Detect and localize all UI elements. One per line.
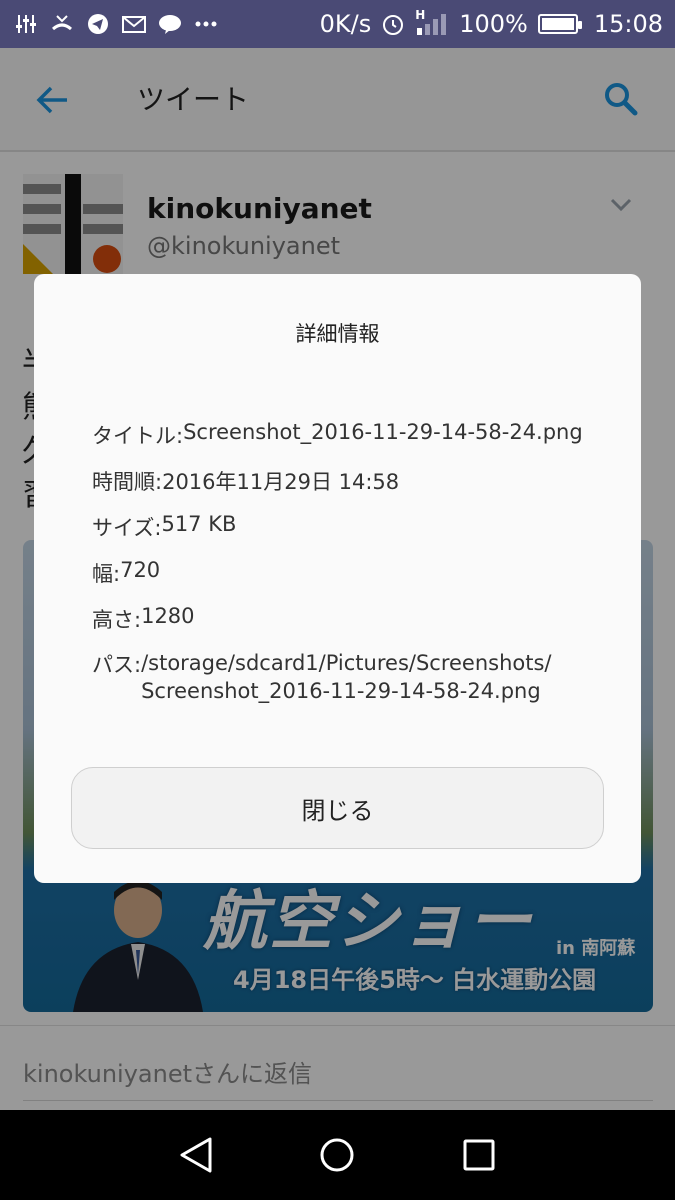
detail-label: 時間順: [92, 470, 163, 494]
path-line: Screenshot_2016-11-29-14-58-24.png [141, 679, 541, 703]
more-notifications-icon [194, 12, 218, 36]
nav-back-button[interactable] [171, 1130, 221, 1180]
telegram-icon [86, 12, 110, 36]
system-status: 0K/s H 100% 15:08 [319, 8, 663, 38]
clock: 15:08 [593, 10, 663, 38]
detail-row-width: 幅: 720 [92, 558, 160, 588]
detail-label: 幅: [92, 562, 121, 586]
details-dialog: 詳細情報 タイトル: Screenshot_2016-11-29-14-58-2… [34, 274, 641, 883]
signal-type: H [415, 8, 426, 22]
battery-icon [537, 14, 582, 34]
detail-value: Screenshot_2016-11-29-14-58-24.png [183, 420, 583, 444]
missed-call-icon [50, 12, 74, 36]
detail-row-height: 高さ: 1280 [92, 604, 195, 634]
detail-label: パス: [92, 653, 142, 677]
detail-row-size: サイズ: 517 KB [92, 512, 236, 542]
detail-label: タイトル: [92, 424, 184, 448]
detail-label: サイズ: [92, 516, 162, 540]
notification-icons [14, 12, 320, 36]
navigation-bar [0, 1110, 675, 1200]
detail-value: 517 KB [161, 512, 237, 536]
dialog-title: 詳細情報 [295, 322, 380, 346]
line-app-icon [158, 12, 182, 36]
signal-icon: H [415, 8, 449, 36]
status-bar: 0K/s H 100% 15:08 [0, 0, 675, 48]
circle-home-icon [320, 1138, 354, 1172]
nav-home-button[interactable] [312, 1130, 362, 1180]
detail-value: /storage/sdcard1/Pictures/Screenshots/ S… [141, 649, 551, 705]
detail-label: 高さ: [92, 608, 142, 632]
mail-icon [122, 12, 146, 36]
alarm-icon [381, 12, 405, 36]
battery-percent: 100% [459, 10, 528, 38]
net-speed: 0K/s [319, 10, 372, 38]
detail-row-time: 時間順: 2016年11月29日 14:58 [92, 466, 399, 496]
close-button[interactable]: 閉じる [71, 767, 604, 849]
detail-value: 720 [120, 558, 161, 582]
nav-recents-button[interactable] [454, 1130, 504, 1180]
square-recents-icon [463, 1139, 495, 1171]
triangle-back-icon [180, 1137, 212, 1173]
detail-value: 2016年11月29日 14:58 [162, 470, 400, 494]
detail-row-path: パス: /storage/sdcard1/Pictures/Screenshot… [92, 649, 552, 705]
detail-value: 1280 [141, 604, 195, 628]
detail-row-title: タイトル: Screenshot_2016-11-29-14-58-24.png [92, 420, 583, 450]
path-line: /storage/sdcard1/Pictures/Screenshots/ [141, 651, 552, 675]
equalizer-icon [14, 12, 38, 36]
